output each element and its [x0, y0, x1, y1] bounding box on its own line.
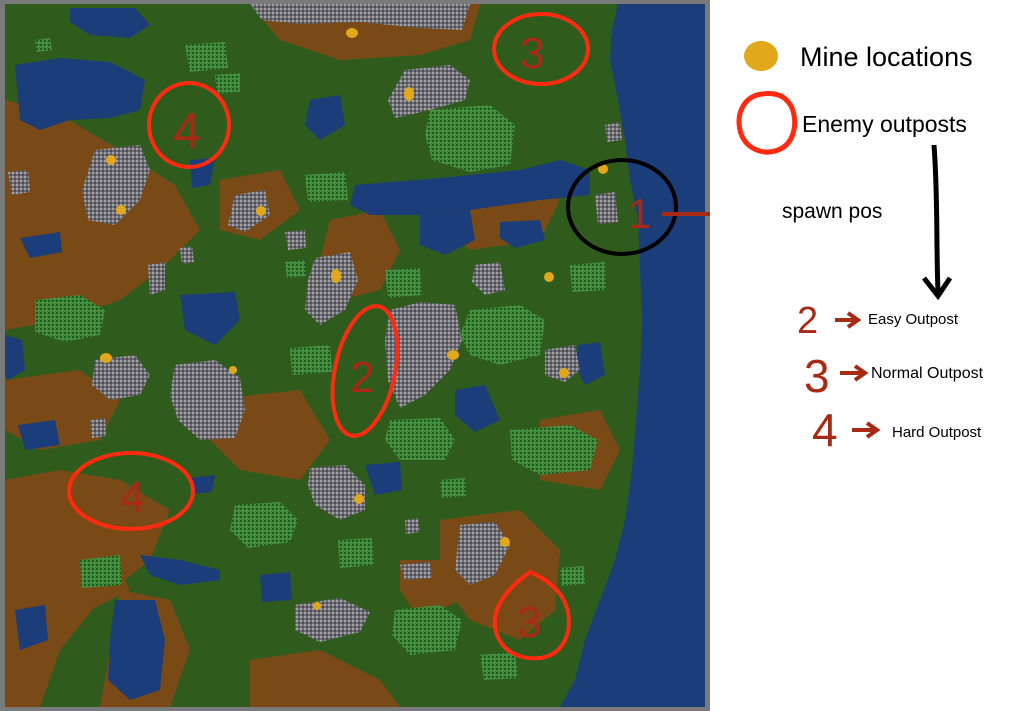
mine-marker — [354, 494, 364, 504]
mine-marker — [116, 205, 126, 215]
level-markers: 2 3 4 — [797, 300, 881, 456]
level-number: 2 — [797, 300, 818, 342]
black-down-arrow — [931, 144, 941, 293]
mine-marker — [313, 602, 321, 610]
mine-marker — [447, 350, 459, 360]
mine-marker — [100, 353, 112, 363]
easy-outpost-label: Easy Outpost — [868, 311, 959, 328]
outpost-number: 3 — [520, 29, 544, 78]
enemy-outposts-label: Enemy outposts — [802, 111, 967, 137]
mine-marker — [106, 155, 116, 165]
legend-graphics: 2 3 4 — [736, 41, 953, 456]
mine-marker — [404, 87, 414, 101]
level-number: 3 — [804, 350, 830, 402]
terrain-map: 1 3 4 2 4 3 — [5, 4, 710, 707]
normal-outpost-label: Normal Outpost — [871, 365, 984, 382]
hard-outpost-label: Hard Outpost — [892, 424, 982, 441]
outpost-number: 4 — [120, 473, 144, 522]
mine-marker — [559, 368, 569, 378]
outpost-number: 3 — [517, 598, 541, 647]
outpost-number: 4 — [173, 103, 201, 159]
mine-marker — [346, 28, 358, 38]
level-number: 4 — [812, 404, 838, 456]
mine-marker — [331, 269, 341, 283]
spawn-number: 1 — [628, 190, 651, 237]
outpost-legend-icon — [736, 90, 798, 155]
mine-marker — [229, 366, 237, 374]
mine-marker — [500, 537, 510, 547]
spawn-pos-label: spawn pos — [782, 200, 883, 223]
mine-marker — [256, 206, 266, 216]
mine-legend-icon — [744, 41, 778, 71]
mine-marker — [544, 272, 554, 282]
mine-locations-label: Mine locations — [800, 42, 973, 72]
outpost-number: 2 — [350, 353, 374, 402]
